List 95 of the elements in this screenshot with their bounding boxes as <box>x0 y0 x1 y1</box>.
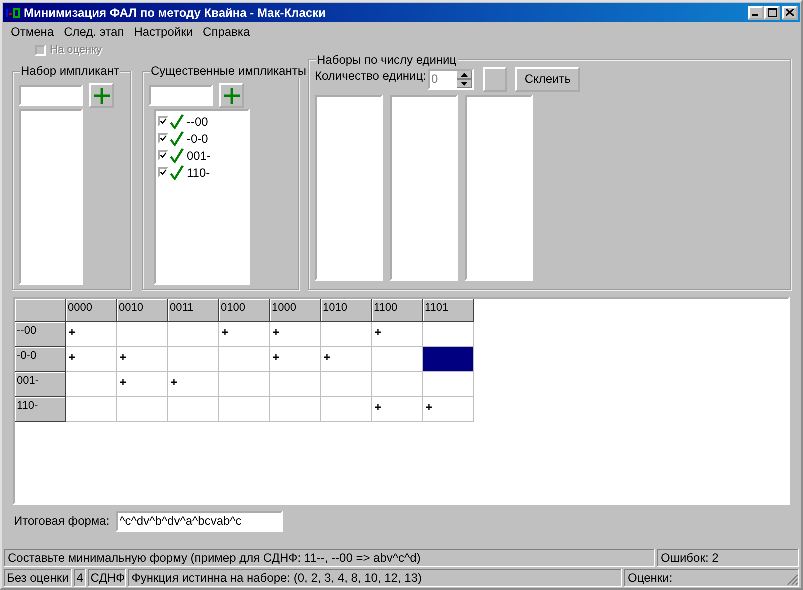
checkbox[interactable] <box>158 133 169 144</box>
status-panel: Ошибок: 2 <box>657 549 799 567</box>
table-cell[interactable]: + <box>321 347 372 372</box>
table-cell[interactable] <box>168 322 219 347</box>
status-panel: Функция истинна на наборе: (0, 2, 3, 4, 8, 10, 12, 13) <box>128 569 622 587</box>
table-cell[interactable]: + <box>270 322 321 347</box>
plus-icon <box>222 86 240 104</box>
list-item[interactable]: -0-0 <box>187 132 208 146</box>
list-item[interactable]: 110- <box>187 166 210 180</box>
table-cell[interactable]: + <box>372 397 423 422</box>
column-header: 1000 <box>270 299 321 322</box>
column-header: 0010 <box>117 299 168 322</box>
menu-item[interactable]: Справка <box>198 25 256 39</box>
checkbox[interactable] <box>158 150 169 161</box>
table-cell[interactable]: + <box>219 322 270 347</box>
table-cell[interactable] <box>423 372 474 397</box>
close-icon <box>786 9 794 16</box>
check-icon <box>170 114 184 130</box>
input-field[interactable] <box>19 85 83 106</box>
table-cell[interactable]: + <box>372 322 423 347</box>
row-header: -0-0 <box>15 347 66 372</box>
table-cell[interactable] <box>423 347 474 372</box>
table-cell[interactable]: + <box>66 347 117 372</box>
column-header: 0000 <box>66 299 117 322</box>
table-cell[interactable]: + <box>117 347 168 372</box>
checkbox[interactable] <box>158 167 169 178</box>
table-cell[interactable] <box>66 397 117 422</box>
plus-icon <box>92 86 110 104</box>
status-panel: 4 <box>74 569 86 587</box>
minimize-button[interactable] <box>748 6 764 20</box>
table-cell[interactable]: + <box>66 322 117 347</box>
maximize-button[interactable] <box>764 6 780 20</box>
list-box[interactable] <box>315 95 383 281</box>
app-icon <box>5 6 21 18</box>
blank-button[interactable] <box>483 66 508 92</box>
table-cell[interactable]: + <box>423 397 474 422</box>
status-panel: Оценки: <box>624 569 799 587</box>
group-title: Существенные импликанты <box>150 64 308 78</box>
table-cell[interactable] <box>270 397 321 422</box>
input-field[interactable]: ^c^dv^b^dv^a^bcvab^c <box>116 510 283 532</box>
spin-field[interactable]: 0 <box>428 68 474 90</box>
table-cell[interactable]: + <box>117 372 168 397</box>
table-cell[interactable] <box>168 347 219 372</box>
list-box[interactable] <box>19 109 83 285</box>
add-button[interactable] <box>219 83 244 108</box>
row-header: 001- <box>15 372 66 397</box>
table-cell[interactable] <box>321 322 372 347</box>
resize-grip-icon <box>787 574 799 586</box>
menu-item[interactable]: Настройки <box>129 25 198 39</box>
list-box[interactable]: --00 -0-0 001- 110- <box>154 109 250 285</box>
checkbox-label: На оценку <box>50 44 102 56</box>
status-panel: Составьте минимальную форму (пример для СДНФ: 11--, --00 => abv^c^d) <box>4 549 655 567</box>
table-cell[interactable] <box>219 397 270 422</box>
status-panel: СДНФ <box>88 569 126 587</box>
list-item[interactable]: 001- <box>187 148 212 162</box>
column-header: 0100 <box>219 299 270 322</box>
column-header: 1100 <box>372 299 423 322</box>
maximize-icon <box>768 8 776 17</box>
menu-item[interactable]: Отмена <box>6 25 60 39</box>
group-title: Набор импликант <box>20 64 120 78</box>
spin-arrows-icon <box>457 70 472 88</box>
list-item[interactable]: --00 <box>187 114 208 128</box>
add-button[interactable] <box>89 83 114 108</box>
menu-item[interactable]: След. этап <box>59 25 130 39</box>
table-cell[interactable] <box>219 372 270 397</box>
status-panel: Без оценки <box>4 569 72 587</box>
group-title: Наборы по числу единиц <box>316 53 458 67</box>
column-header: 0011 <box>168 299 219 322</box>
table-cell[interactable] <box>219 347 270 372</box>
table-cell[interactable] <box>117 397 168 422</box>
check-icon <box>170 148 184 164</box>
glue-button[interactable]: Склеить <box>515 66 580 92</box>
row-header: 110- <box>15 397 66 422</box>
table-cell[interactable] <box>321 397 372 422</box>
list-box[interactable] <box>390 95 458 281</box>
table-cell[interactable] <box>321 372 372 397</box>
list-box[interactable] <box>465 95 533 281</box>
table-cell[interactable]: + <box>168 372 219 397</box>
checkbox[interactable] <box>158 116 169 127</box>
window-title: Минимизация ФАЛ по методу Квайна - Мак-Класки <box>24 6 327 20</box>
table-cell[interactable] <box>372 372 423 397</box>
table-cell[interactable] <box>168 397 219 422</box>
field-label: Итоговая форма: <box>14 514 110 528</box>
check-icon <box>170 164 184 180</box>
close-button[interactable] <box>782 6 798 20</box>
table-cell[interactable] <box>117 322 168 347</box>
table-cell[interactable] <box>270 372 321 397</box>
check-icon <box>170 130 184 146</box>
input-field[interactable] <box>149 85 213 106</box>
row-header: --00 <box>15 322 66 347</box>
column-header: 1010 <box>321 299 372 322</box>
field-label: Количество единиц: <box>315 69 426 83</box>
table-cell[interactable]: + <box>270 347 321 372</box>
table-cell[interactable] <box>66 372 117 397</box>
column-header: 1101 <box>423 299 474 322</box>
